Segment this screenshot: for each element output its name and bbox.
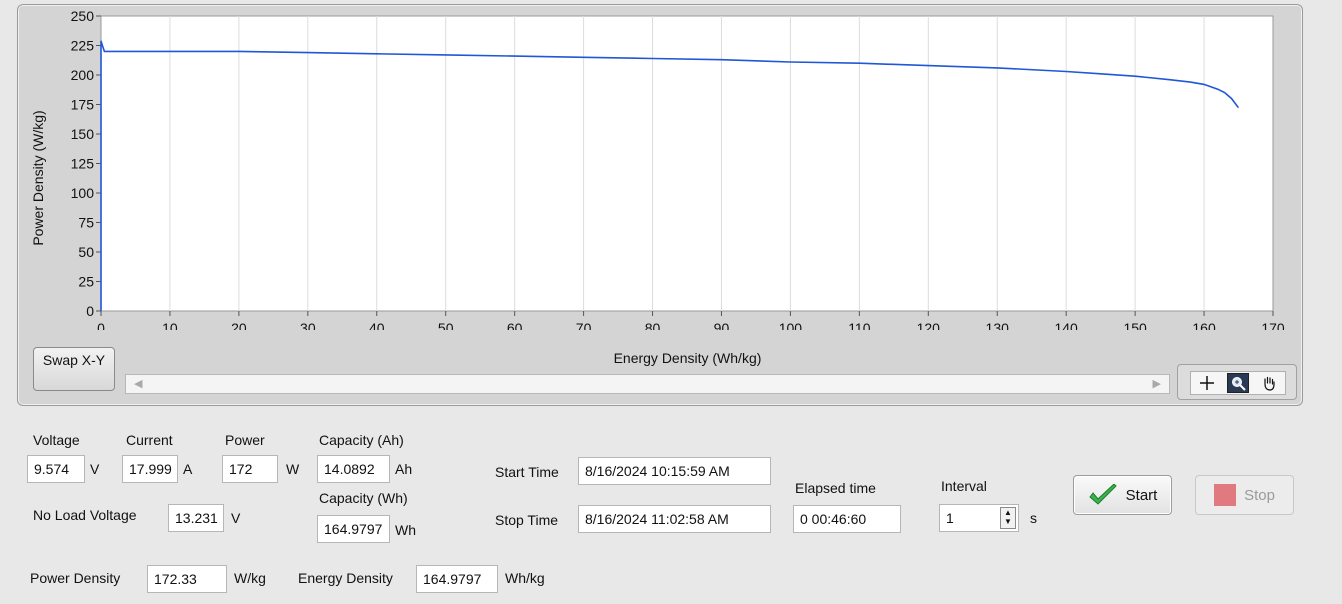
x-tick-label: 30 bbox=[300, 320, 316, 330]
power-vs-energy-chart: 0 10 20 30 40 50 60 70 80 90 100 110 120 130 140 150 160… bbox=[71, 8, 1285, 330]
y-tick-label: 175 bbox=[71, 97, 95, 113]
y-tick-label: 0 bbox=[86, 303, 94, 319]
scroll-left-arrow-icon[interactable]: ◀ bbox=[134, 377, 142, 390]
elapsed-time-label: Elapsed time bbox=[795, 480, 876, 496]
x-tick-label: 70 bbox=[576, 320, 592, 330]
stop-square-icon bbox=[1214, 484, 1237, 506]
interval-spinner[interactable]: ▲ ▼ bbox=[1000, 507, 1016, 529]
stop-time-label: Stop Time bbox=[495, 512, 559, 528]
x-scrollbar[interactable]: ◀ ▶ bbox=[125, 374, 1170, 394]
start-button-label: Start bbox=[1125, 486, 1158, 504]
power-density-unit: W/kg bbox=[234, 570, 266, 586]
x-tick-label: 40 bbox=[369, 320, 385, 330]
y-tick-label: 50 bbox=[78, 244, 94, 260]
start-time-indicator: 8/16/2024 10:15:59 AM bbox=[578, 457, 771, 485]
voltage-unit: V bbox=[90, 461, 100, 477]
voltage-indicator: 9.574 bbox=[27, 455, 85, 483]
y-tick-label: 225 bbox=[71, 38, 95, 54]
energy-density-label: Energy Density bbox=[298, 570, 393, 586]
y-axis-label: Power Density (W/kg) bbox=[30, 110, 46, 246]
y-tick-label: 100 bbox=[71, 185, 95, 201]
y-tick-label: 200 bbox=[71, 67, 95, 83]
x-tick-label: 0 bbox=[97, 320, 105, 330]
x-tick-label: 130 bbox=[986, 320, 1010, 330]
scroll-right-arrow-icon[interactable]: ▶ bbox=[1153, 377, 1161, 390]
plot-area bbox=[100, 15, 1274, 312]
checkmark-icon bbox=[1088, 484, 1117, 505]
no-load-voltage-unit: V bbox=[231, 510, 241, 526]
x-tick-label: 140 bbox=[1054, 320, 1078, 330]
elapsed-time-indicator: 0 00:46:60 bbox=[793, 505, 901, 533]
interval-label: Interval bbox=[941, 478, 987, 494]
x-tick-label: 50 bbox=[438, 320, 454, 330]
current-unit: A bbox=[183, 461, 193, 477]
x-axis-label: Energy Density (Wh/kg) bbox=[613, 350, 762, 366]
power-indicator: 172 bbox=[222, 455, 278, 483]
voltage-label: Voltage bbox=[33, 432, 80, 448]
current-indicator: 17.999 bbox=[122, 455, 178, 483]
x-tick-label: 80 bbox=[645, 320, 661, 330]
energy-density-indicator: 164.9797 bbox=[416, 565, 498, 593]
x-tick-label: 160 bbox=[1192, 320, 1216, 330]
capacity-ah-unit: Ah bbox=[395, 461, 413, 477]
no-load-voltage-label: No Load Voltage bbox=[33, 507, 137, 523]
x-tick-label: 110 bbox=[848, 320, 871, 330]
cursor-crosshair-icon[interactable] bbox=[1196, 373, 1218, 393]
start-time-label: Start Time bbox=[495, 464, 559, 480]
stop-time-indicator: 8/16/2024 11:02:58 AM bbox=[578, 505, 771, 533]
capacity-wh-indicator: 164.9797 bbox=[317, 515, 390, 543]
x-tick-label: 150 bbox=[1123, 320, 1147, 330]
capacity-wh-unit: Wh bbox=[395, 522, 416, 538]
y-tick-label: 125 bbox=[71, 156, 95, 172]
x-tick-label: 170 bbox=[1261, 320, 1285, 330]
x-tick-label: 120 bbox=[917, 320, 941, 330]
energy-density-unit: Wh/kg bbox=[505, 570, 545, 586]
x-tick-label: 100 bbox=[779, 320, 803, 330]
y-tick-label: 250 bbox=[71, 8, 95, 24]
y-tick-label: 75 bbox=[78, 215, 94, 231]
x-tick-label: 90 bbox=[714, 320, 730, 330]
interval-unit: s bbox=[1030, 510, 1037, 526]
no-load-voltage-indicator: 13.231 bbox=[168, 504, 224, 532]
x-tick-label: 60 bbox=[507, 320, 523, 330]
capacity-wh-label: Capacity (Wh) bbox=[319, 490, 408, 506]
graph-palette bbox=[1177, 364, 1297, 400]
swap-xy-button[interactable]: Swap X-Y bbox=[33, 347, 115, 391]
x-tick-label: 20 bbox=[231, 320, 247, 330]
power-label: Power bbox=[225, 432, 265, 448]
capacity-ah-indicator: 14.0892 bbox=[317, 455, 390, 483]
stop-button-label: Stop bbox=[1244, 486, 1275, 504]
power-density-label: Power Density bbox=[30, 570, 121, 586]
start-button[interactable]: Start bbox=[1073, 475, 1172, 515]
power-unit: W bbox=[286, 461, 300, 477]
stop-button[interactable]: Stop bbox=[1195, 475, 1294, 515]
zoom-icon[interactable] bbox=[1226, 373, 1249, 393]
y-tick-label: 150 bbox=[71, 126, 95, 142]
capacity-ah-label: Capacity (Ah) bbox=[319, 432, 404, 448]
x-tick-label: 10 bbox=[162, 320, 178, 330]
y-tick-label: 25 bbox=[78, 274, 94, 290]
pan-hand-icon[interactable] bbox=[1258, 373, 1280, 393]
power-density-indicator: 172.33 bbox=[147, 565, 227, 593]
current-label: Current bbox=[126, 432, 173, 448]
